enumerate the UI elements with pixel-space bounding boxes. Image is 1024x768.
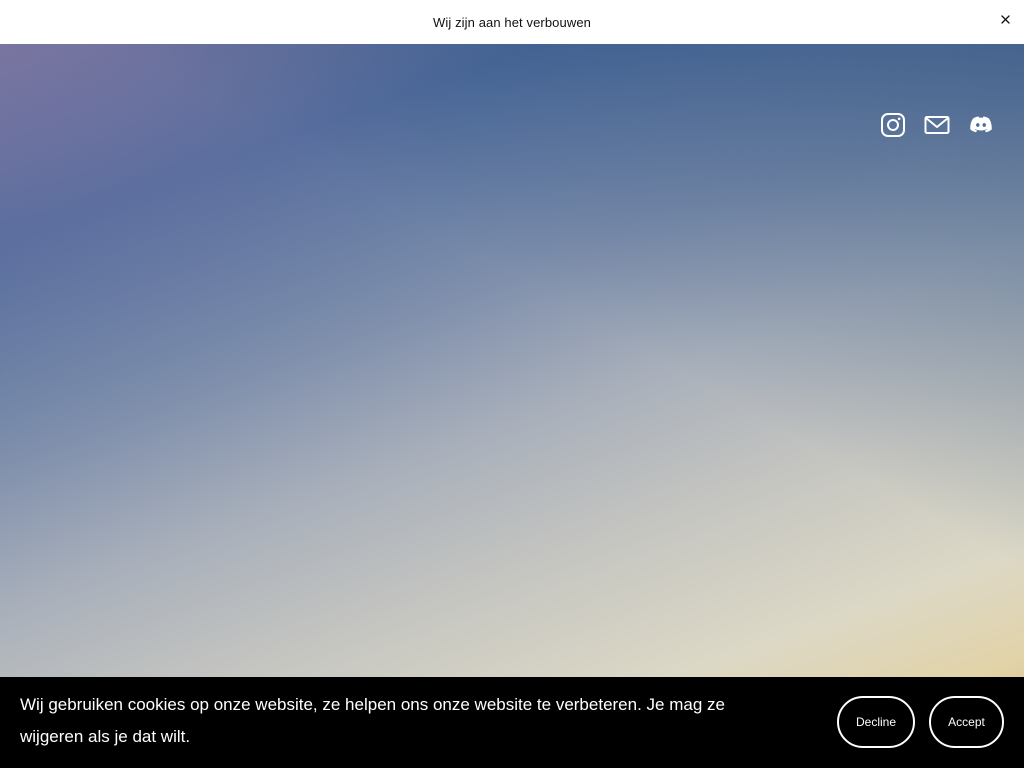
instagram-icon[interactable] [880,112,906,138]
close-icon[interactable] [998,12,1012,26]
social-links [880,112,994,138]
cookie-banner: Wij gebruiken cookies op onze website, z… [0,677,1024,768]
discord-icon[interactable] [968,112,994,138]
decline-button[interactable]: Decline [837,696,915,748]
hero-background [0,44,1024,768]
announcement-text: Wij zijn aan het verbouwen [433,14,591,30]
cookie-message: Wij gebruiken cookies op onze website, z… [20,695,725,746]
mail-icon[interactable] [924,112,950,138]
announcement-bar: Wij zijn aan het verbouwen [0,0,1024,44]
accept-button[interactable]: Accept [929,696,1004,748]
